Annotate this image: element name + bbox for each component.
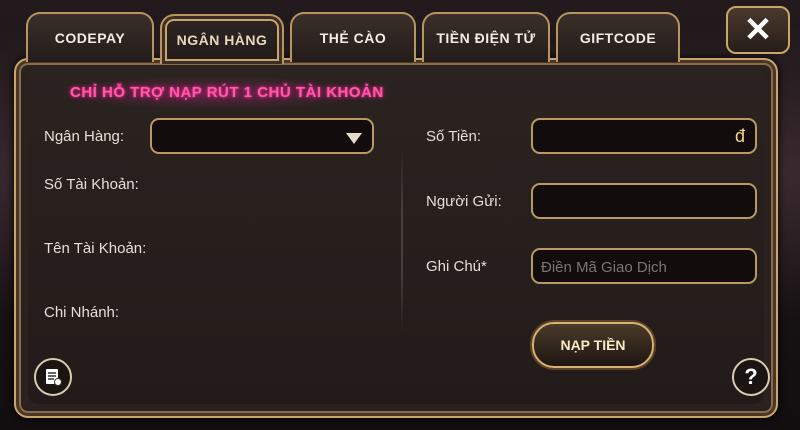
help-button[interactable]: ? [732, 358, 770, 396]
tab-tien-dien-tu[interactable]: TIỀN ĐIỆN TỬ [422, 12, 550, 62]
note-placeholder: Điền Mã Giao Dịch [541, 259, 667, 276]
help-icon: ? [744, 364, 758, 389]
amount-label: Số Tiền: [426, 128, 482, 145]
sender-label: Người Gửi: [426, 193, 502, 210]
bank-label: Ngân Hàng: [44, 128, 125, 145]
account-number-label: Số Tài Khoản: [44, 176, 139, 193]
tab-giftcode[interactable]: GIFTCODE [556, 12, 680, 62]
submit-label: NẠP TIỀN [560, 337, 626, 353]
close-button[interactable]: ✕ [726, 6, 790, 54]
tab-label: GIFTCODE [579, 30, 657, 46]
note-label: Ghi Chú* [426, 258, 487, 275]
tab-label: TIỀN ĐIỆN TỬ [436, 30, 536, 46]
submit-deposit-button[interactable]: NẠP TIỀN [532, 322, 654, 368]
chevron-down-icon [346, 133, 362, 144]
tab-label: NGÂN HÀNG [176, 32, 268, 48]
tab-codepay[interactable]: CODEPAY [26, 12, 154, 62]
document-icon [46, 369, 62, 386]
bank-select[interactable] [150, 118, 374, 154]
tab-label: THẺ CÀO [319, 30, 387, 46]
deposit-dialog [14, 58, 778, 418]
tab-label: CODEPAY [54, 30, 126, 46]
currency-symbol: đ [734, 126, 745, 146]
notice-text: CHỈ HỖ TRỢ NẠP RÚT 1 CHỦ TÀI KHOẢN [70, 84, 384, 101]
history-button[interactable] [34, 358, 72, 396]
note-input[interactable]: Điền Mã Giao Dịch [531, 248, 757, 284]
column-divider [401, 148, 403, 333]
sender-input[interactable] [531, 183, 757, 219]
branch-label: Chi Nhánh: [44, 304, 120, 321]
account-name-label: Tên Tài Khoản: [44, 240, 147, 257]
amount-input[interactable]: đ [531, 118, 757, 154]
close-icon: ✕ [743, 11, 773, 49]
tab-ngan-hang[interactable]: NGÂN HÀNG [160, 14, 284, 64]
tab-the-cao[interactable]: THẺ CÀO [290, 12, 416, 62]
